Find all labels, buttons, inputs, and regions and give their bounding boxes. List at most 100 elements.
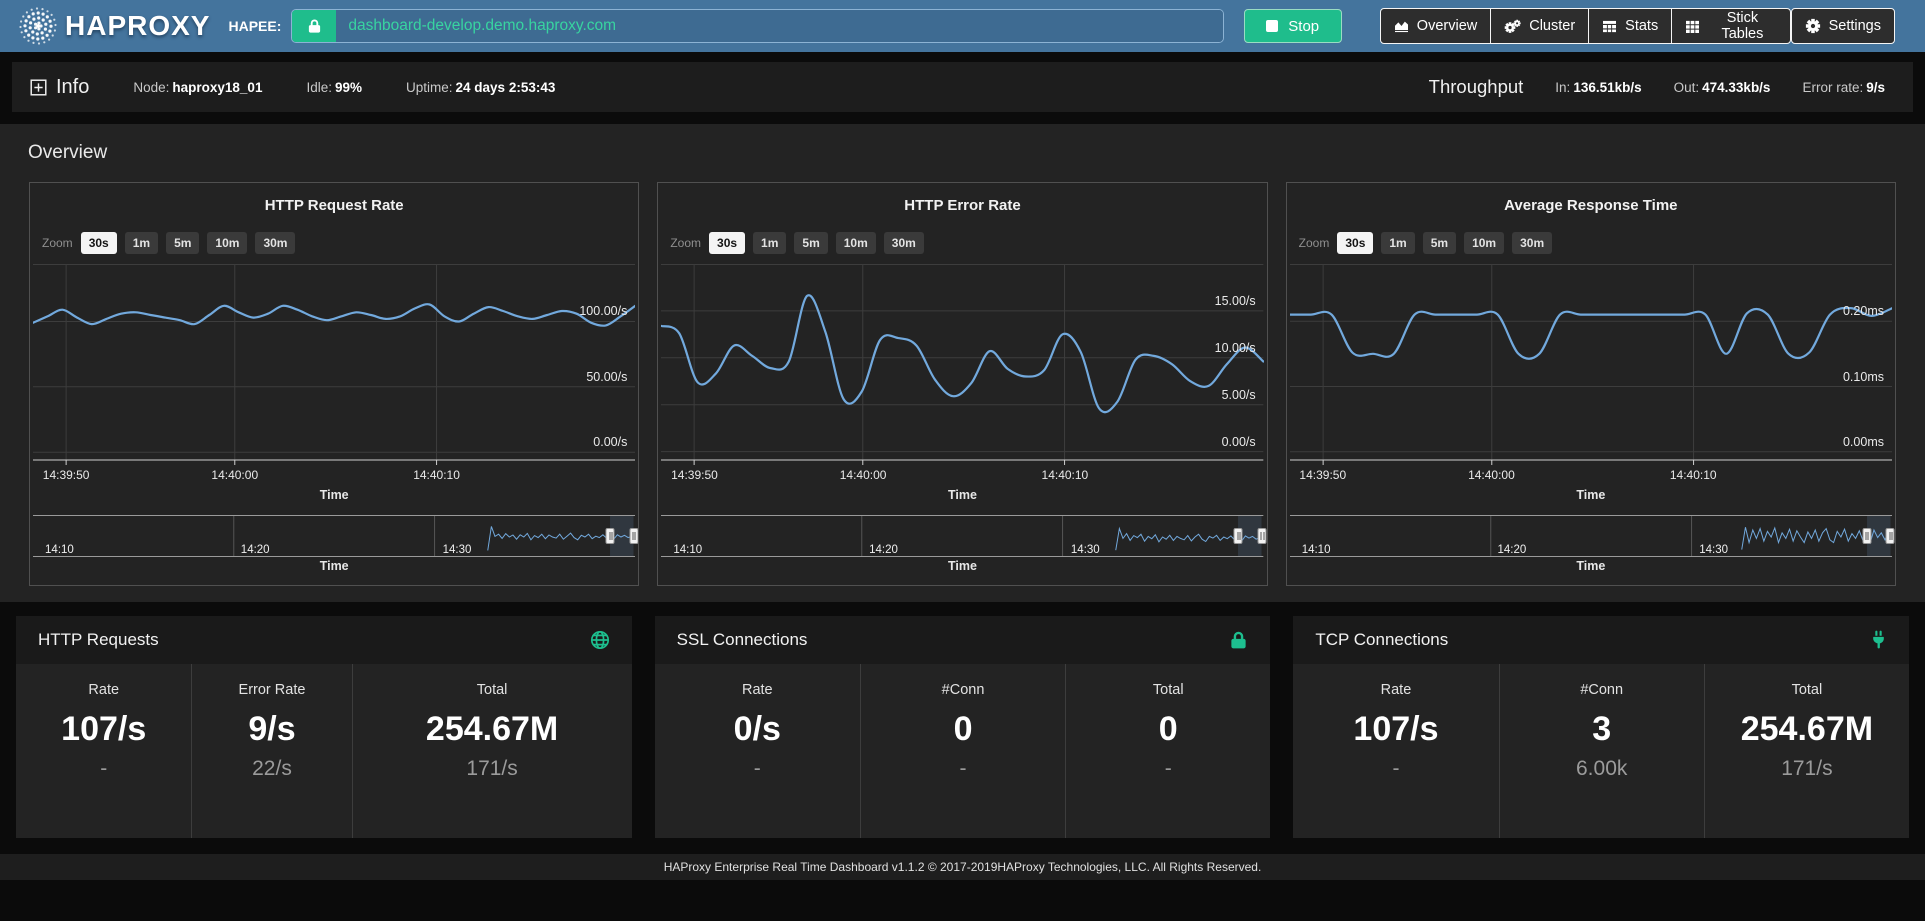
y-axis-label: 50.00/s <box>586 370 627 384</box>
y-axis-label: 0.00/s <box>593 435 627 449</box>
plot-area: 0.00/s5.00/s10.00/s15.00/s <box>661 264 1263 466</box>
info-item-uptime: Uptime:24 days 2:53:43 <box>406 80 555 95</box>
card-column-value: 3 <box>1500 710 1704 749</box>
table-icon <box>1602 20 1617 33</box>
card-column-label: #Conn <box>1500 682 1704 698</box>
zoom-button-10m[interactable]: 10m <box>836 232 876 254</box>
info-bar: Info Node:haproxy18_01Idle:99%Uptime:24 … <box>12 62 1913 112</box>
info-items: Node:haproxy18_01Idle:99%Uptime:24 days … <box>89 80 555 95</box>
navigator-axis-label: 14:20 <box>241 544 270 556</box>
card-column-subvalue: - <box>655 757 860 781</box>
card-header: HTTP Requests <box>16 616 632 664</box>
card-column-subvalue: 171/s <box>1705 757 1909 781</box>
card-column-subvalue: 6.00k <box>1500 757 1704 781</box>
y-axis-label: 5.00/s <box>1222 388 1256 402</box>
card-column-label: Rate <box>16 682 191 698</box>
zoom-button-5m[interactable]: 5m <box>794 232 827 254</box>
lock-icon <box>1229 630 1248 650</box>
nav-button-cluster[interactable]: Cluster <box>1490 8 1589 44</box>
zoom-button-30m[interactable]: 30m <box>884 232 924 254</box>
footer-text: HAProxy Enterprise Real Time Dashboard v… <box>664 860 1262 874</box>
x-axis-label: 14:40:10 <box>1670 468 1717 482</box>
card-column-label: Rate <box>655 682 860 698</box>
zoom-button-5m[interactable]: 5m <box>166 232 199 254</box>
navigator-axis-label: 14:30 <box>1699 544 1728 556</box>
card-column--conn: #Conn 3 6.00k <box>1499 664 1704 838</box>
x-axis-labels: 14:39:5014:40:0014:40:10 <box>33 468 635 485</box>
y-axis-label: 0.00ms <box>1843 435 1884 449</box>
footer: HAProxy Enterprise Real Time Dashboard v… <box>0 854 1925 880</box>
zoom-button-30m[interactable]: 30m <box>1512 232 1552 254</box>
chart-title: Average Response Time <box>1287 197 1895 214</box>
x-axis-label: 14:40:10 <box>1042 468 1089 482</box>
zoom-label: Zoom <box>1299 236 1330 250</box>
nav-button-stats[interactable]: Stats <box>1588 8 1672 44</box>
card-column-total: Total254.67M171/s <box>1704 664 1909 838</box>
info-item-idle: Idle:99% <box>306 80 362 95</box>
zoom-button-30s[interactable]: 30s <box>81 232 117 254</box>
settings-button[interactable]: Settings <box>1791 8 1895 44</box>
card-column-rate: Rate107/s- <box>1293 664 1498 838</box>
nav-button-overview[interactable]: Overview <box>1380 8 1491 44</box>
nav-button-label: Stats <box>1625 18 1658 34</box>
zoom-button-30m[interactable]: 30m <box>255 232 295 254</box>
navigator-axis-title: Time <box>30 559 638 573</box>
navigator-axis-label: 14:30 <box>443 544 472 556</box>
card-column-label: Rate <box>1293 682 1498 698</box>
navigator-handle[interactable] <box>606 528 615 544</box>
zoom-button-10m[interactable]: 10m <box>1464 232 1504 254</box>
navigator-axis-title: Time <box>1287 559 1895 573</box>
card-column-rate: Rate107/s- <box>16 664 191 838</box>
card-body: Rate107/s-#Conn 3 6.00kTotal254.67M171/s <box>1293 664 1909 838</box>
navigator-handle[interactable] <box>1862 528 1871 544</box>
card-column-total: Total254.67M171/s <box>352 664 632 838</box>
stop-button[interactable]: Stop <box>1244 9 1342 43</box>
card-header: SSL Connections <box>655 616 1271 664</box>
card-column-subvalue: - <box>1293 757 1498 781</box>
zoom-button-1m[interactable]: 1m <box>1381 232 1414 254</box>
card-column-value: 254.67M <box>353 710 632 749</box>
zoom-button-30s[interactable]: 30s <box>1337 232 1373 254</box>
y-axis-label: 0.10ms <box>1843 370 1884 384</box>
navigator-handle[interactable] <box>1234 528 1243 544</box>
x-axis-labels: 14:39:5014:40:0014:40:10 <box>661 468 1263 485</box>
card-column-value: 0 <box>861 710 1065 749</box>
navigator-handle[interactable] <box>1257 528 1266 544</box>
card-column-subvalue: - <box>861 757 1065 781</box>
zoom-button-5m[interactable]: 5m <box>1423 232 1456 254</box>
haproxy-logo-icon <box>18 6 58 46</box>
card-column-label: Total <box>353 682 632 698</box>
zoom-presets: Zoom 30s 1m 5m 10m 30m <box>1299 232 1895 254</box>
chart-panel-http-error-rate: HTTP Error RateZoom30s1m5m10m30m0.00/s5.… <box>657 182 1267 586</box>
navigator[interactable]: 14:10 14:20 14:30 <box>33 515 635 557</box>
nav-button-stick-tables[interactable]: Stick Tables <box>1671 8 1790 44</box>
zoom-button-30s[interactable]: 30s <box>709 232 745 254</box>
card-title: TCP Connections <box>1315 630 1448 650</box>
x-axis-labels: 14:39:5014:40:0014:40:10 <box>1290 468 1892 485</box>
grid-icon <box>1685 20 1700 33</box>
x-axis-label: 14:40:00 <box>1468 468 1515 482</box>
throughput-items: In:136.51kb/sOut:474.33kb/sError rate:9/… <box>1523 80 1885 95</box>
x-axis-title: Time <box>1287 488 1895 502</box>
nav-button-label: Cluster <box>1529 18 1575 34</box>
info-label: Info <box>56 76 89 99</box>
card-body: Rate107/s-Error Rate9/s22/sTotal254.67M1… <box>16 664 632 838</box>
info-toggle[interactable]: Info <box>30 76 89 99</box>
navigator[interactable]: 14:1014:2014:30 <box>661 515 1263 557</box>
chart-title: HTTP Error Rate <box>658 197 1266 214</box>
card-column-rate: Rate0/s- <box>655 664 860 838</box>
lock-icon <box>307 18 322 34</box>
zoom-button-1m[interactable]: 1m <box>753 232 786 254</box>
throughput-item-error-rate: Error rate:9/s <box>1802 80 1885 95</box>
card-title: SSL Connections <box>677 630 808 650</box>
lock-button[interactable] <box>292 10 336 42</box>
zoom-button-10m[interactable]: 10m <box>207 232 247 254</box>
navigator-handle[interactable] <box>629 528 638 544</box>
gears-icon <box>1504 19 1521 34</box>
url-input[interactable] <box>336 10 1222 42</box>
zoom-button-1m[interactable]: 1m <box>125 232 158 254</box>
navigator-handle[interactable] <box>1886 528 1895 544</box>
card-header: TCP Connections <box>1293 616 1909 664</box>
navigator-axis-label: 14:10 <box>45 544 74 556</box>
navigator[interactable]: 14:1014:2014:30 <box>1290 515 1892 557</box>
